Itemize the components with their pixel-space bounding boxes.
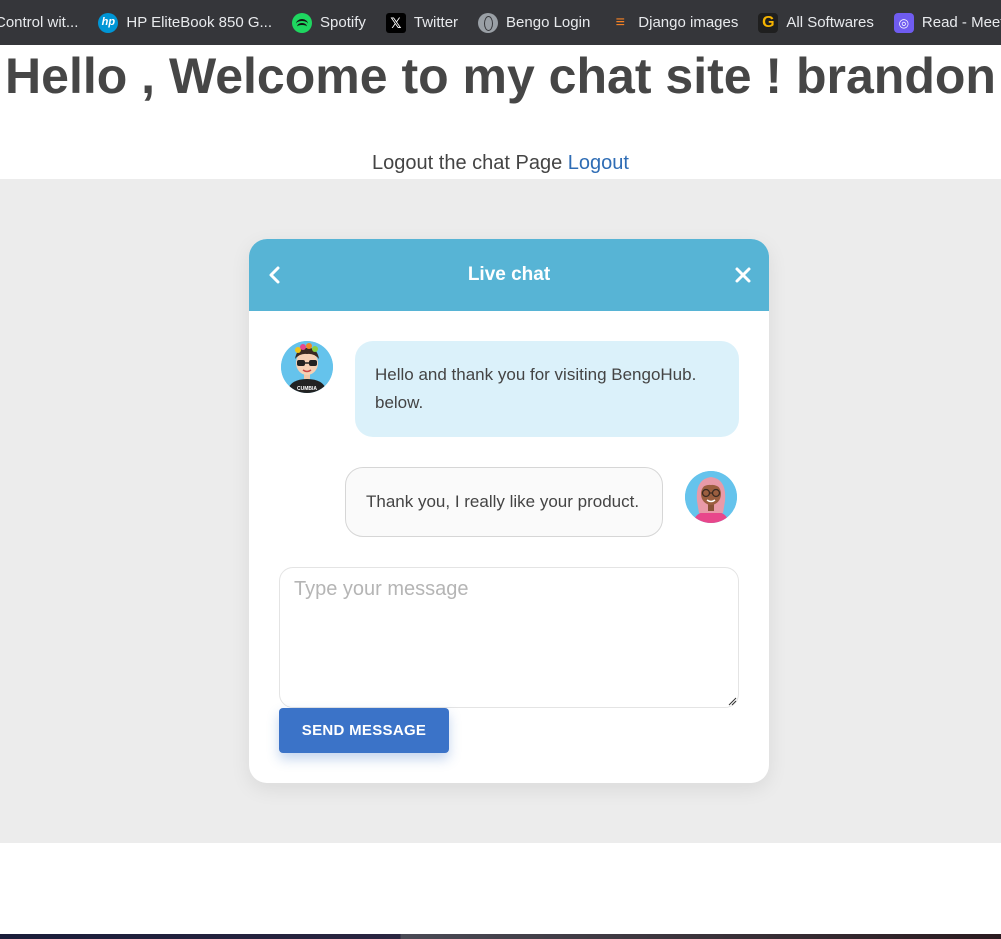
bookmark-all-softwares[interactable]: G All Softwares <box>758 0 874 45</box>
send-message-button[interactable]: SEND MESSAGE <box>279 708 449 753</box>
agent-message: Hello and thank you for visiting BengoHu… <box>355 341 739 437</box>
logout-line: Logout the chat Page Logout <box>0 150 1001 176</box>
bookmark-label: Control wit... <box>0 14 79 31</box>
bookmark-hp[interactable]: hp HP EliteBook 850 G... <box>98 0 272 45</box>
chat-title: Live chat <box>467 264 551 285</box>
chat-widget: Live chat CUMBIA Hello and thank you for… <box>249 239 769 783</box>
g-icon: G <box>758 12 779 33</box>
close-icon[interactable] <box>733 263 753 287</box>
spotify-icon <box>292 12 312 33</box>
user-avatar <box>685 471 737 523</box>
chat-header: Live chat <box>249 239 769 311</box>
user-message: Thank you, I really like your product. <box>345 467 663 537</box>
agent-avatar: CUMBIA <box>281 341 333 393</box>
page-title: Hello , Welcome to my chat site ! brando… <box>5 48 996 104</box>
bookmark-control[interactable]: Control wit... <box>0 0 78 45</box>
hp-icon: hp <box>98 12 119 33</box>
bookmark-twitter[interactable]: 𝕏 Twitter <box>385 0 459 45</box>
read-icon: ◎ <box>893 12 914 33</box>
bookmark-label: Read - Meeting <box>921 14 1001 31</box>
bookmark-label: Twitter <box>413 14 459 31</box>
bookmark-label: HP EliteBook 850 G... <box>126 14 272 31</box>
logout-link[interactable]: Logout <box>568 152 629 174</box>
bookmark-read-meeting[interactable]: ◎ Read - Meeting <box>893 0 1001 45</box>
globe-icon <box>478 12 499 33</box>
bookmark-bengo-login[interactable]: Bengo Login <box>478 0 590 45</box>
bookmark-label: Spotify <box>320 14 366 31</box>
message-input[interactable] <box>279 567 739 708</box>
bookmark-spotify[interactable]: Spotify <box>292 0 366 45</box>
stackoverflow-icon: ≡ <box>615 13 625 31</box>
bookmarks-bar: Control wit... hp HP EliteBook 850 G... … <box>0 0 1001 45</box>
bookmark-label: Bengo Login <box>506 14 591 31</box>
x-icon: 𝕏 <box>385 12 406 33</box>
taskbar-strip <box>0 934 1001 939</box>
resize-grip-icon[interactable] <box>727 696 737 706</box>
svg-text:CUMBIA: CUMBIA <box>297 386 317 392</box>
bookmark-label: All Softwares <box>786 14 874 31</box>
logout-text: Logout the chat Page <box>372 152 563 174</box>
bookmark-django-images[interactable]: ≡ Django images <box>610 0 739 45</box>
bookmark-label: Django images <box>638 14 739 31</box>
